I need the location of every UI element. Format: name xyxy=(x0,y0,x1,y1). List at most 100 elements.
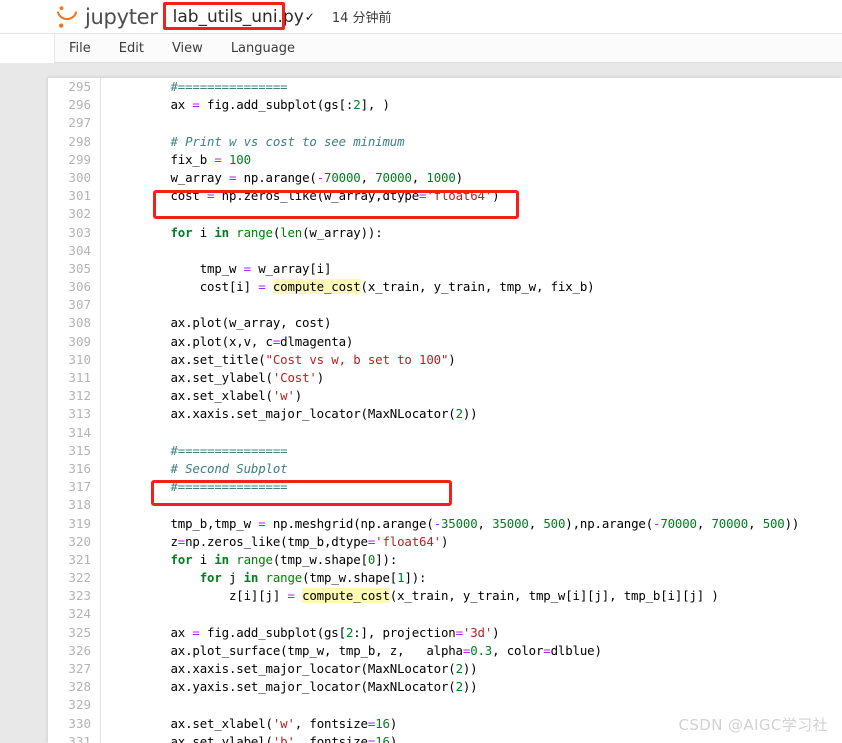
code-line: 320 z=np.zeros_like(tmp_b,dtype='float64… xyxy=(48,532,842,551)
code-line: 317 #=============== xyxy=(48,478,842,497)
line-number: 323 xyxy=(48,587,101,606)
code-line-content[interactable] xyxy=(101,296,842,314)
code-line-content[interactable]: #=============== xyxy=(101,478,842,496)
code-line-content[interactable]: ax.xaxis.set_major_locator(MaxNLocator(2… xyxy=(101,405,842,423)
code-line-content[interactable]: ax.plot(x,v, c=dlmagenta) xyxy=(101,333,842,351)
code-token: , fontsize xyxy=(294,715,368,731)
last-saved-label: 14 分钟前 xyxy=(331,11,392,26)
code-line-content[interactable]: ax = fig.add_subplot(gs[2:], projection=… xyxy=(101,624,842,642)
code-token: = xyxy=(177,533,186,549)
code-line: 322 for j in range(tmp_w.shape[1]): xyxy=(48,569,842,588)
code-token: 2 xyxy=(455,679,463,695)
code-token: ax.plot(x,v, c xyxy=(112,333,273,349)
code-token: 'float64' xyxy=(375,533,441,549)
code-line-content[interactable]: z[i][j] = compute_cost(x_train, y_train,… xyxy=(101,587,842,605)
code-line-content[interactable]: fix_b = 100 xyxy=(101,151,842,169)
menu-item-file[interactable]: File xyxy=(55,34,105,63)
code-editor-panel[interactable]: 295 #=============== 296 ax = fig.add_sub… xyxy=(48,78,842,743)
line-number: 311 xyxy=(48,369,101,388)
code-token: , xyxy=(411,169,427,185)
code-line-content[interactable] xyxy=(101,496,842,514)
code-line-content[interactable]: #=============== xyxy=(101,442,842,460)
code-line-content[interactable]: w_array = np.arange(-70000, 70000, 1000) xyxy=(101,169,842,187)
code-token: = xyxy=(455,624,463,640)
code-line-content[interactable]: for i in range(tmp_w.shape[0]): xyxy=(101,551,842,569)
code-token: = xyxy=(258,515,266,531)
menu-item-edit[interactable]: Edit xyxy=(105,34,158,63)
code-line-content[interactable]: ax.xaxis.set_major_locator(MaxNLocator(2… xyxy=(101,660,842,678)
code-token: w_array xyxy=(112,169,229,185)
code-token: 2 xyxy=(455,406,463,422)
line-number: 301 xyxy=(48,187,101,206)
code-token: - xyxy=(433,515,441,531)
code-token: in xyxy=(214,224,229,240)
line-number: 330 xyxy=(48,714,101,733)
code-token: 70000 xyxy=(324,169,361,185)
code-line-content[interactable]: # Second Subplot xyxy=(101,460,842,478)
code-token: 35000 xyxy=(492,515,529,531)
code-line-content[interactable]: for i in range(len(w_array)): xyxy=(101,224,842,242)
code-line-content[interactable]: tmp_w = w_array[i] xyxy=(101,260,842,278)
code-token: ) xyxy=(316,370,324,385)
code-line-content[interactable]: ax.set_ylabel('Cost') xyxy=(101,369,842,387)
line-number: 304 xyxy=(48,241,101,260)
code-line-content[interactable]: cost[i] = compute_cost(x_train, y_train,… xyxy=(101,278,842,296)
code-line-content[interactable] xyxy=(101,242,842,260)
code-token: "Cost vs w, b set to 100" xyxy=(265,351,449,367)
code-token: # Second Subplot xyxy=(170,460,288,476)
code-line-content[interactable] xyxy=(101,696,842,714)
code-token: cost xyxy=(112,188,208,204)
code-line: 311 ax.set_ylabel('Cost') xyxy=(48,369,842,388)
code-token: ax.set_ylabel( xyxy=(112,370,273,385)
code-line-content[interactable]: #=============== xyxy=(101,78,842,96)
menubar-left-pad xyxy=(0,33,55,63)
code-token: range xyxy=(236,224,273,240)
code-line-content[interactable]: z=np.zeros_like(tmp_b,dtype='float64') xyxy=(101,533,842,551)
code-token: 100 xyxy=(228,151,251,167)
code-token: = xyxy=(543,642,551,658)
code-line-content[interactable]: ax = fig.add_subplot(gs[:2], ) xyxy=(101,96,842,114)
menu-item-view[interactable]: View xyxy=(158,34,217,63)
code-token: ax.yaxis.set_major_locator(MaxNLocator( xyxy=(112,679,456,695)
code-line-content[interactable]: ax.plot(w_array, cost) xyxy=(101,314,842,332)
menu-item-language[interactable]: Language xyxy=(217,34,309,63)
code-line-content[interactable] xyxy=(101,424,842,442)
line-number: 327 xyxy=(48,660,101,679)
code-line-content[interactable]: ax.set_xlabel('w') xyxy=(101,387,842,405)
code-token: = xyxy=(192,624,200,640)
code-token: )) xyxy=(462,679,478,695)
code-token: ) xyxy=(492,624,500,640)
line-number: 316 xyxy=(48,459,101,479)
code-token: np.meshgrid(np.arange( xyxy=(265,515,434,531)
code-token: 2 xyxy=(455,661,463,676)
code-line-content[interactable]: ax.plot_surface(tmp_w, tmp_b, z, alpha = 0… xyxy=(101,642,842,660)
code-line-content[interactable]: ax.set_title("Cost vs w, b set to 100") xyxy=(101,351,842,369)
code-token: ax xyxy=(112,624,193,640)
line-number: 329 xyxy=(48,696,101,715)
code-line-content[interactable]: # Print w vs cost to see minimum xyxy=(101,133,842,151)
code-line: 305 tmp_w = w_array[i] xyxy=(48,259,842,279)
line-number: 307 xyxy=(48,296,101,315)
code-line: 309 ax.plot(x,v, c=dlmagenta) xyxy=(48,332,842,351)
line-number: 299 xyxy=(48,150,101,169)
code-line-content[interactable]: for j in range(tmp_w.shape[1]): xyxy=(101,569,842,587)
code-token: = xyxy=(192,97,200,113)
code-token: 2 xyxy=(353,97,361,113)
code-token: for xyxy=(170,551,193,567)
line-number: 314 xyxy=(48,423,101,442)
code-line-content[interactable] xyxy=(101,114,842,132)
code-line-content[interactable]: tmp_b,tmp_w = np.meshgrid(np.arange(-350… xyxy=(101,515,842,533)
code-line-content[interactable]: ax.yaxis.set_major_locator(MaxNLocator(2… xyxy=(101,678,842,696)
code-token: tmp_w xyxy=(112,260,244,276)
code-line-content[interactable] xyxy=(101,605,842,623)
filename-control[interactable]: lab_utils_uni.py ✓ xyxy=(168,6,318,28)
code-token: (tmp_w.shape[ xyxy=(272,551,368,567)
line-number: 305 xyxy=(48,259,101,279)
code-line-content[interactable]: cost = np.zeros_like(w_array,dtype='floa… xyxy=(101,187,842,205)
code-token: fix_b xyxy=(112,151,215,167)
code-token: j xyxy=(221,570,244,586)
code-line-content[interactable] xyxy=(101,205,842,223)
